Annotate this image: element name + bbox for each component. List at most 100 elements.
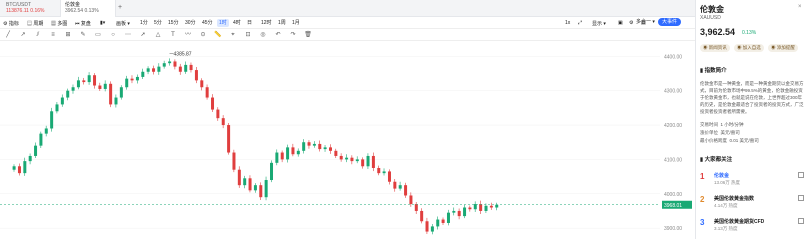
add-alert-button[interactable]: ◉ 添加提醒: [768, 44, 798, 52]
watch-item[interactable]: 1 伦敦金 13.06万 热度: [700, 170, 804, 192]
speed-button[interactable]: 1x: [565, 20, 570, 26]
candle: [103, 83, 107, 89]
expand-icon[interactable]: ⤢: [578, 20, 582, 26]
candle: [296, 150, 300, 155]
view-button[interactable]: 画板 ▾: [116, 20, 130, 27]
ray-tool-icon[interactable]: ↗: [19, 31, 27, 39]
candle: [312, 143, 316, 146]
timeframe-6[interactable]: 4时: [231, 19, 243, 27]
tab-gold[interactable]: 伦敦金 3962.54 0.13%: [60, 0, 116, 17]
checkbox[interactable]: [798, 172, 804, 178]
candle: [371, 155, 375, 168]
candle-type-icon[interactable]: ▮▾: [100, 20, 105, 26]
candle: [420, 210, 424, 222]
timeframe-5[interactable]: 1时: [217, 19, 229, 27]
candle: [479, 204, 483, 211]
candle: [318, 143, 322, 150]
ruler-tool-icon[interactable]: 📏: [214, 31, 222, 39]
add-watchlist-button[interactable]: ◉ 加入自选: [734, 44, 764, 52]
watch-name: 伦敦金: [714, 173, 730, 179]
watch-name: 美国伦敦黄金指数: [714, 196, 755, 202]
y-tick-label: 4200.00: [664, 123, 682, 129]
multi-in-one-button[interactable]: 多合一 ▾: [636, 18, 655, 25]
lock-tool-icon[interactable]: ⊡: [244, 31, 252, 39]
timeframe-7[interactable]: 日: [245, 19, 254, 27]
eye-tool-icon[interactable]: ◎: [259, 31, 267, 39]
tab-btc[interactable]: BTC/USDT 113876.11 0.16%: [2, 0, 60, 17]
undo-icon[interactable]: ↶: [274, 31, 282, 39]
candle: [98, 85, 102, 89]
measure-tool-icon[interactable]: ⊞: [64, 31, 72, 39]
candle: [146, 68, 150, 72]
magnet-tool-icon[interactable]: ⊙: [199, 31, 207, 39]
timeframe-0[interactable]: 1分: [138, 19, 150, 27]
fib-tool-icon[interactable]: ≡: [49, 31, 57, 39]
indicator-button[interactable]: ⚙ 指标: [3, 20, 19, 27]
rect-tool-icon[interactable]: ▭: [94, 31, 102, 39]
big-event-button[interactable]: 大事件: [658, 18, 682, 26]
timeframe-10[interactable]: 1月: [290, 19, 302, 27]
text-tool-icon[interactable]: T: [169, 31, 177, 39]
checkbox[interactable]: [798, 218, 804, 224]
triangle-tool-icon[interactable]: △: [154, 31, 162, 39]
candle: [404, 185, 408, 196]
candle: [168, 61, 172, 64]
timeframe-9[interactable]: 1周: [276, 19, 288, 27]
settings-icon[interactable]: ⚙: [629, 20, 633, 26]
close-icon[interactable]: ×: [798, 4, 802, 10]
watch-name: 美国伦敦黄金期货CFD: [714, 219, 765, 225]
candle: [119, 87, 123, 98]
candle: [211, 97, 215, 110]
tab-price: 3962.54: [65, 8, 84, 14]
intro-text: 伦敦金市是一种黄金，而是一种黄金期货以金交易方式，目前为伦敦市场中99.5%的黄…: [700, 81, 804, 114]
watch-item[interactable]: 3 美国伦敦黄金期货CFD 3.13万 热度: [700, 216, 804, 238]
candle: [446, 212, 450, 223]
screenshot-icon[interactable]: ▣: [618, 20, 623, 26]
candle: [173, 61, 177, 67]
candle: [205, 87, 209, 98]
candle: [350, 157, 354, 162]
candle: [184, 64, 188, 72]
circle-tool-icon[interactable]: ○: [109, 31, 117, 39]
candle: [291, 147, 295, 155]
timeframe-8[interactable]: 12时: [259, 19, 274, 27]
candle: [489, 205, 493, 208]
candle: [302, 142, 306, 151]
candle: [12, 166, 16, 170]
delete-icon[interactable]: 🗑: [304, 31, 312, 39]
redo-icon[interactable]: ↷: [289, 31, 297, 39]
y-tick-label: 4000.00: [664, 192, 682, 198]
candle: [66, 90, 70, 98]
price-chart[interactable]: 4400.00 4300.00 4200.00 4100.00 4000.00 3900.…: [0, 42, 695, 239]
candle: [436, 219, 440, 227]
channel-tool-icon[interactable]: ⫽: [34, 31, 42, 39]
display-button[interactable]: 显示 ▾: [592, 20, 606, 27]
arrow-tool-icon[interactable]: ➚: [139, 31, 147, 39]
replay-button[interactable]: ⏮ 复盘: [75, 20, 91, 27]
multi-chart-button[interactable]: ▦ 多图: [51, 20, 67, 27]
period-button[interactable]: ▤ 周期: [27, 20, 43, 27]
candle: [243, 178, 247, 186]
checkbox[interactable]: [798, 195, 804, 201]
candle: [280, 152, 284, 160]
candle: [398, 185, 402, 189]
news-button[interactable]: ◉ 新闻资讯: [700, 44, 730, 52]
candle: [275, 152, 279, 163]
candle: [28, 155, 32, 162]
timeframe-3[interactable]: 30分: [183, 19, 198, 27]
candle: [307, 142, 311, 146]
candle: [270, 162, 274, 181]
path-tool-icon[interactable]: 〰: [184, 31, 192, 39]
timeframe-2[interactable]: 15分: [166, 19, 181, 27]
candle: [189, 64, 193, 71]
timeframe-4[interactable]: 45分: [200, 19, 215, 27]
brush-tool-icon[interactable]: ✎: [79, 31, 87, 39]
add-tab-icon[interactable]: +: [118, 4, 122, 11]
watch-count: 13.06万 热度: [714, 180, 741, 185]
line-tool-icon[interactable]: ╱: [4, 31, 12, 39]
pin-tool-icon[interactable]: ⌖: [229, 31, 237, 39]
candle: [135, 76, 139, 81]
dots-tool-icon[interactable]: ⋯: [124, 31, 132, 39]
timeframe-1[interactable]: 5分: [152, 19, 164, 27]
watch-item[interactable]: 2 美国伦敦黄金指数 4.14万 热度: [700, 193, 804, 215]
